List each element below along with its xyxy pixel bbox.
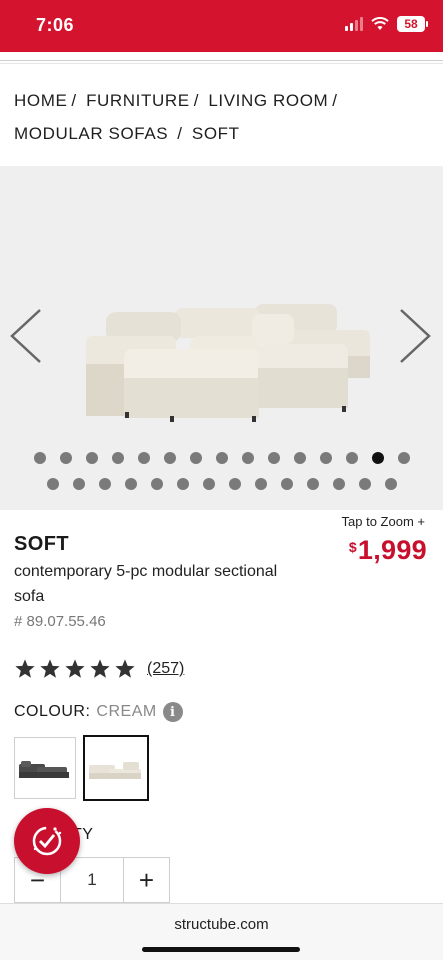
colour-value: CREAM [96,703,157,720]
gallery-dot[interactable] [98,478,111,490]
gallery-dot[interactable] [397,452,410,464]
gallery-dot[interactable] [85,452,98,464]
gallery-dot[interactable] [345,452,358,464]
info-icon[interactable]: i [162,702,183,722]
breadcrumb-living-room[interactable]: LIVING ROOM [208,91,328,110]
status-bar: 7:06 58 [0,0,443,52]
colour-swatch-cream[interactable] [83,735,149,801]
colour-selector-label: COLOUR: CREAM i [14,702,183,722]
gallery-dots-row-2 [0,478,443,490]
gallery-dot[interactable] [306,478,319,490]
home-indicator[interactable] [142,947,300,952]
swatch-image [19,761,69,778]
gallery-dot[interactable] [46,478,59,490]
gallery-dot[interactable] [319,452,332,464]
status-time: 7:06 [36,15,75,35]
product-description: contemporary 5-pc modular sectional sofa [14,563,278,605]
signal-icon [345,17,363,31]
breadcrumb-soft[interactable]: SOFT [192,124,240,143]
gallery-dot[interactable] [293,452,306,464]
gallery-dot[interactable] [176,478,189,490]
gallery-dot[interactable] [215,452,228,464]
wifi-icon [371,17,389,30]
gallery-dot[interactable] [150,478,163,490]
gallery-dot[interactable] [228,478,241,490]
browser-url-bar: structube.com [0,903,443,960]
header-divider-2 [0,63,443,64]
gallery-dot[interactable] [72,478,85,490]
status-icons: 58 [345,16,428,32]
battery-icon: 58 [397,16,428,32]
gallery-dot[interactable] [358,478,371,490]
swatch-image [89,762,141,779]
breadcrumb-home[interactable]: HOME [14,91,67,110]
star-icon [115,659,135,678]
gallery-dot[interactable] [241,452,254,464]
header-divider [0,60,443,61]
gallery-dot[interactable] [124,478,137,490]
quantity-increase-button[interactable]: + [123,858,169,902]
chevron-left-icon[interactable] [8,306,44,366]
chevron-right-icon[interactable] [397,306,433,366]
gallery-dot[interactable] [59,452,72,464]
star-icon [65,659,85,678]
rewards-badge-icon [32,826,62,856]
breadcrumb-modular-sofas[interactable]: MODULAR SOFAS [14,124,168,143]
gallery-dot[interactable] [137,452,150,464]
gallery-dot[interactable] [202,478,215,490]
gallery-dot[interactable] [33,452,46,464]
gallery-dot[interactable] [267,452,280,464]
colour-label: COLOUR: [14,703,91,720]
product-title: SOFT [14,533,69,555]
breadcrumb: HOME / FURNITURE / LIVING ROOM / MODULAR SO… [14,91,338,143]
star-icon [90,659,110,678]
tap-to-zoom[interactable]: Tap to Zoom + [342,514,425,529]
gallery-dot[interactable] [163,452,176,464]
gallery-dot[interactable] [111,452,124,464]
gallery-dot[interactable] [384,478,397,490]
rating-stars[interactable]: (257) [14,658,184,680]
reviews-link[interactable]: (257) [147,660,184,678]
star-icon [15,659,35,678]
colour-swatch-dark-grey[interactable] [14,737,76,799]
product-price: $1,999 [348,535,427,565]
star-icon [40,659,60,678]
gallery-dots-row-1 [0,452,443,464]
quantity-value[interactable]: 1 [61,858,123,902]
product-gallery[interactable] [0,166,443,510]
loyalty-rewards-button[interactable] [14,808,80,874]
gallery-dot[interactable] [332,478,345,490]
url-text[interactable]: structube.com [0,916,443,933]
product-image[interactable] [80,294,380,434]
gallery-dot[interactable] [280,478,293,490]
gallery-dot-active[interactable] [371,452,384,464]
gallery-dot[interactable] [189,452,202,464]
breadcrumb-furniture[interactable]: FURNITURE [86,91,190,110]
product-sku: # 89.07.55.46 [14,613,106,630]
gallery-dot[interactable] [254,478,267,490]
